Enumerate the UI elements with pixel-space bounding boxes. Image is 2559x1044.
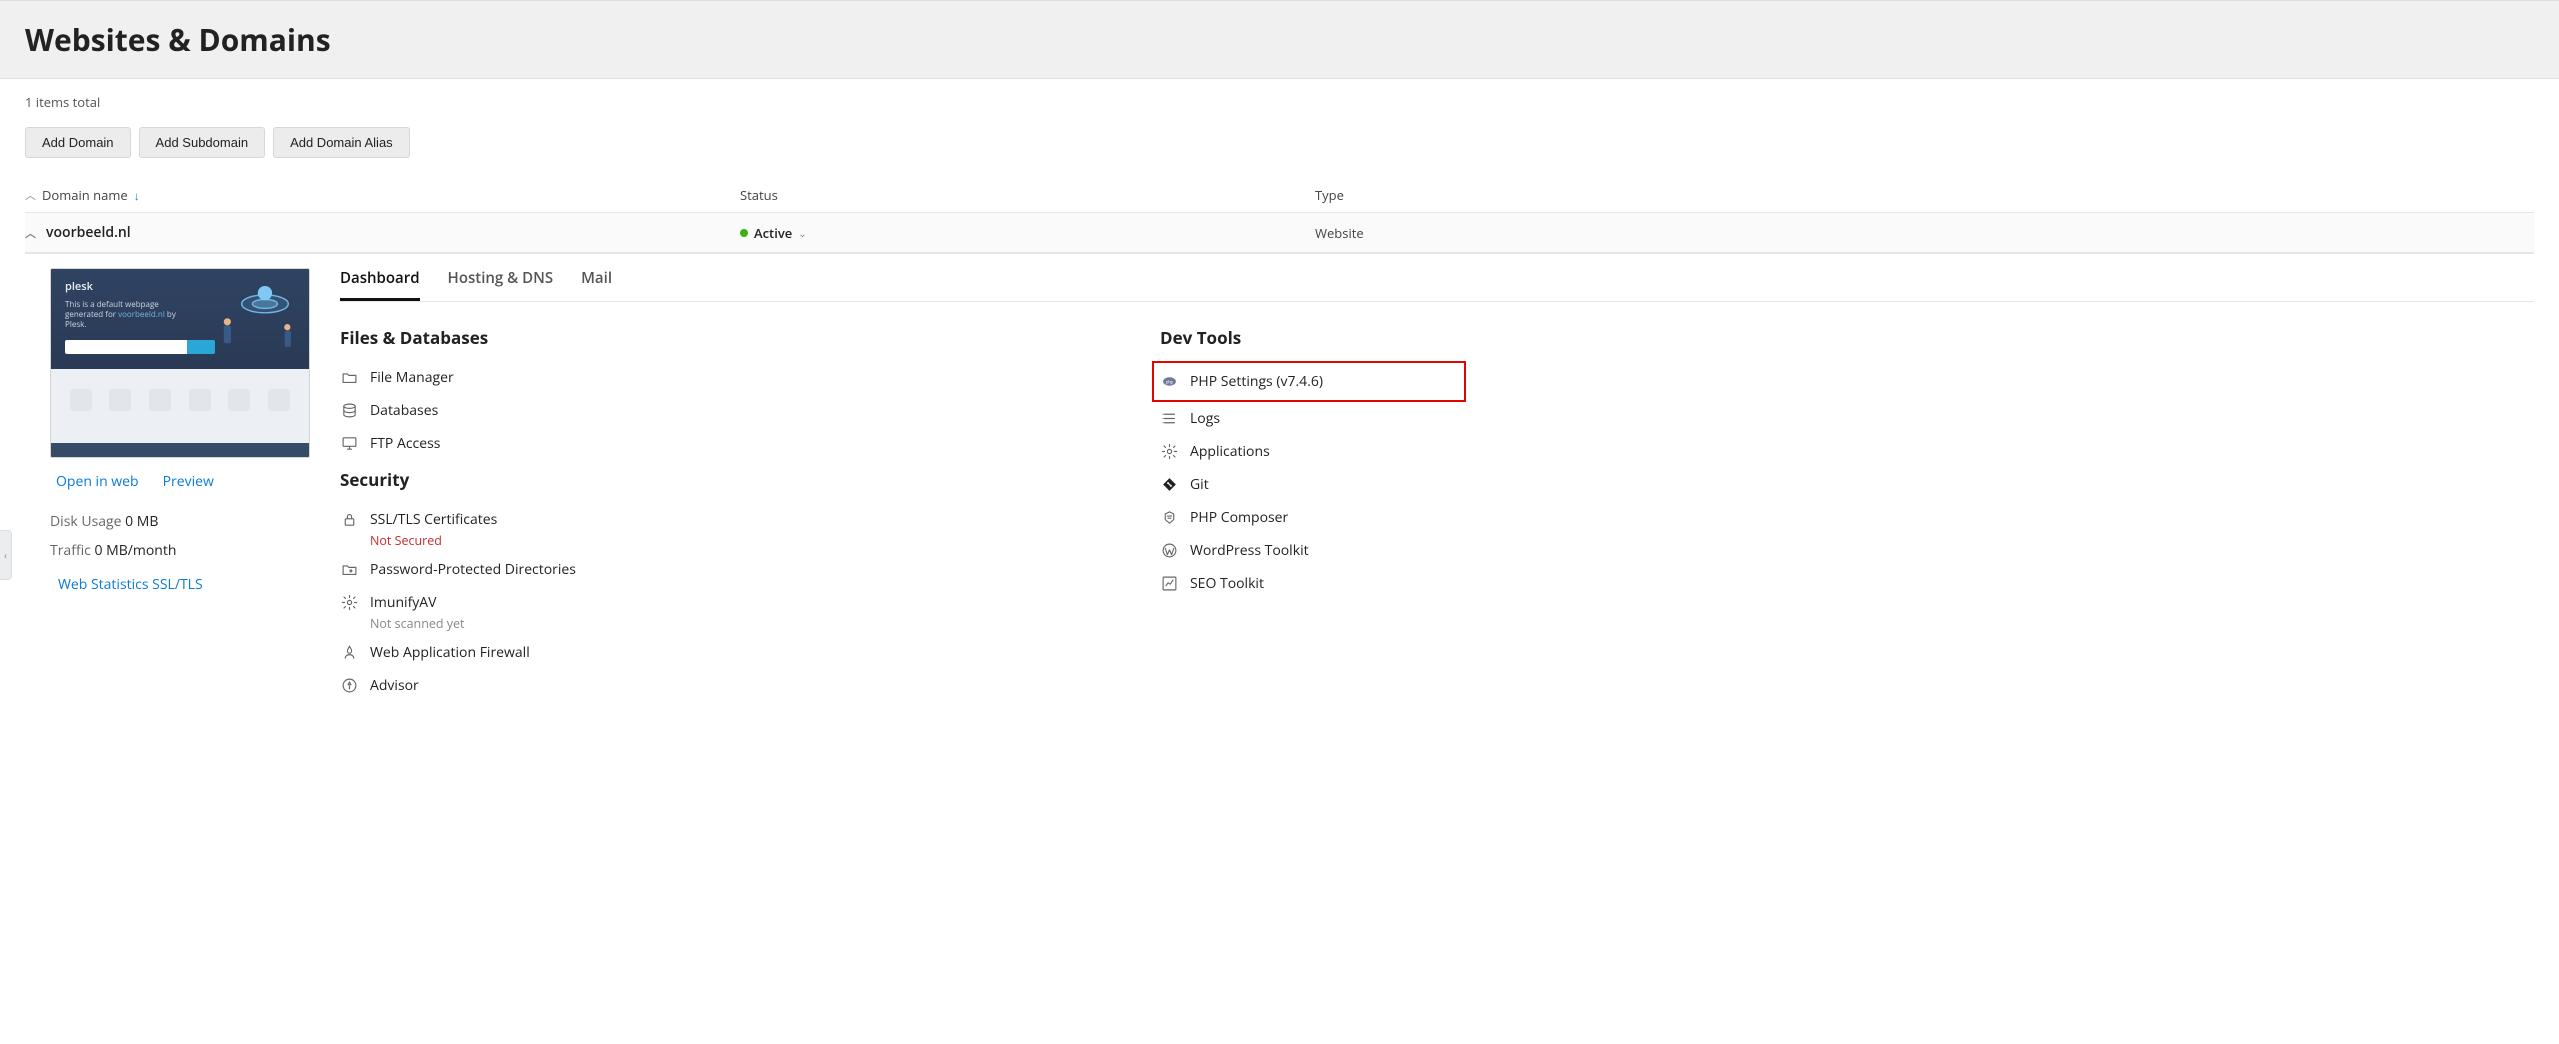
advisor-link[interactable]: Advisor [340, 669, 800, 702]
sort-arrow-icon: ↓ [134, 187, 140, 204]
wordpress-icon [1160, 542, 1178, 560]
domain-row[interactable]: ︿ voorbeeld.nl Active ⌄ Website [25, 213, 2534, 253]
ftp-icon [340, 435, 358, 453]
traffic: Traffic 0 MB/month [50, 536, 310, 565]
wordpress-toolkit-link[interactable]: WordPress Toolkit [1160, 534, 1460, 567]
waf-link[interactable]: Web Application Firewall [340, 636, 800, 669]
toolbar: Add Domain Add Subdomain Add Domain Alia… [25, 127, 2534, 158]
left-sections: Files & Databases File Manager Databases… [340, 318, 800, 702]
add-domain-button[interactable]: Add Domain [25, 127, 131, 158]
open-in-web-link[interactable]: Open in web [50, 472, 139, 491]
list-icon [1160, 410, 1178, 428]
gear-icon [1160, 443, 1178, 461]
tab-hosting-dns[interactable]: Hosting & DNS [448, 268, 554, 301]
add-domain-alias-button[interactable]: Add Domain Alias [273, 127, 410, 158]
tab-mail[interactable]: Mail [581, 268, 612, 301]
page-header: Websites & Domains [0, 0, 2559, 79]
domain-name: voorbeeld.nl [46, 223, 131, 242]
left-column: plesk This is a default webpage generate… [25, 268, 310, 702]
page-title: Websites & Domains [25, 19, 2534, 60]
svg-text:php: php [1165, 379, 1173, 384]
logs-link[interactable]: Logs [1160, 402, 1460, 435]
gear-icon [340, 594, 358, 612]
advisor-icon [340, 677, 358, 695]
applications-link[interactable]: Applications [1160, 435, 1460, 468]
domain-status[interactable]: Active ⌄ [740, 224, 1315, 242]
tab-dashboard[interactable]: Dashboard [340, 268, 420, 301]
chevron-down-icon: ⌄ [798, 226, 806, 240]
column-header-type[interactable]: Type [1315, 186, 2534, 204]
seo-toolkit-link[interactable]: SEO Toolkit [1160, 567, 1460, 600]
folder-icon [340, 369, 358, 387]
sidebar-collapse-handle[interactable]: ‹ [0, 530, 12, 580]
chart-icon [1160, 575, 1178, 593]
section-files-databases: Files & Databases [340, 326, 800, 349]
tabs: Dashboard Hosting & DNS Mail [340, 268, 2534, 302]
databases-link[interactable]: Databases [340, 394, 800, 427]
php-composer-link[interactable]: PHP Composer [1160, 501, 1460, 534]
section-security: Security [340, 468, 800, 491]
git-icon [1160, 476, 1178, 494]
content: 1 items total Add Domain Add Subdomain A… [0, 79, 2559, 716]
status-dot-icon [740, 229, 748, 237]
column-header-domain[interactable]: ︿ Domain name ↓ [25, 186, 740, 204]
database-icon [340, 402, 358, 420]
ssl-status: Not Secured [340, 532, 800, 549]
disk-usage: Disk Usage 0 MB [50, 507, 310, 536]
collapse-all-icon: ︿ [25, 187, 36, 203]
domain-body: plesk This is a default webpage generate… [25, 253, 2534, 702]
preview-link[interactable]: Preview [157, 472, 214, 491]
php-settings-link[interactable]: php PHP Settings (v7.4.6) [1160, 365, 1458, 398]
firewall-icon [340, 644, 358, 662]
dev-tools-section: Dev Tools php PHP Settings (v7.4.6) Logs [1160, 318, 1460, 702]
imunify-status: Not scanned yet [340, 615, 800, 632]
chevron-left-icon: ‹ [4, 548, 7, 562]
web-statistics-link[interactable]: Web Statistics SSL/TLS [50, 570, 203, 599]
git-link[interactable]: Git [1160, 468, 1460, 501]
php-icon: php [1160, 373, 1178, 391]
folder-lock-icon [340, 561, 358, 579]
file-manager-link[interactable]: File Manager [340, 361, 800, 394]
password-protected-dirs-link[interactable]: Password-Protected Directories [340, 553, 800, 586]
composer-icon [1160, 509, 1178, 527]
highlight-annotation: php PHP Settings (v7.4.6) [1152, 361, 1466, 402]
table-header: ︿ Domain name ↓ Status Type [25, 178, 2534, 213]
domain-type: Website [1315, 224, 2534, 242]
section-dev-tools: Dev Tools [1160, 326, 1460, 349]
domain-status-label: Active [754, 224, 792, 242]
column-header-status[interactable]: Status [740, 186, 1315, 204]
items-total: 1 items total [25, 93, 2534, 111]
site-thumbnail[interactable]: plesk This is a default webpage generate… [50, 268, 310, 458]
column-header-domain-label: Domain name [42, 186, 128, 204]
ftp-access-link[interactable]: FTP Access [340, 427, 800, 460]
lock-icon [340, 511, 358, 529]
add-subdomain-button[interactable]: Add Subdomain [139, 127, 266, 158]
collapse-row-icon[interactable]: ︿ [25, 225, 36, 241]
main-column: Dashboard Hosting & DNS Mail Files & Dat… [340, 268, 2534, 702]
